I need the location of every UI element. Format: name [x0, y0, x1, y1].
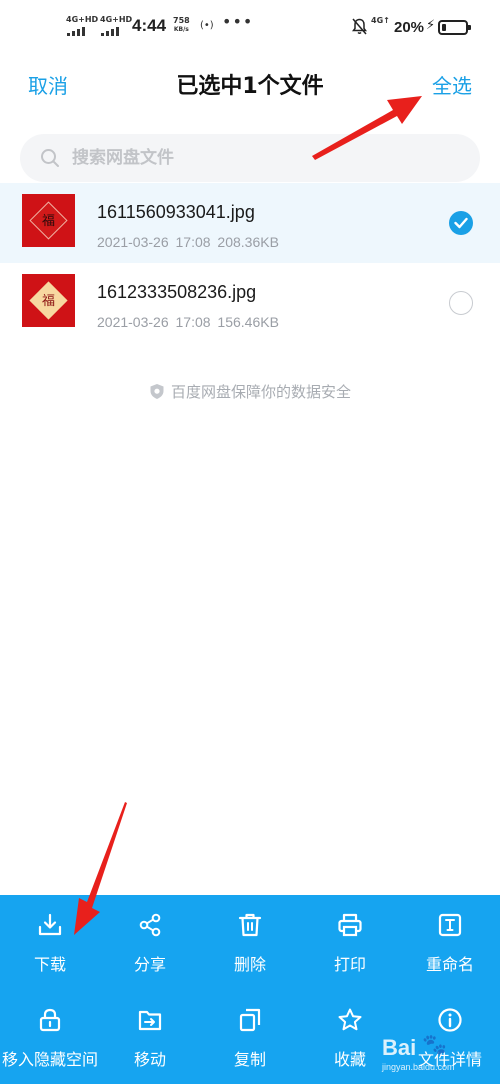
- share-icon: [139, 913, 161, 937]
- network-speed-unit: KB/s: [173, 26, 189, 33]
- selection-header: 取消 已选中1个文件 全选: [0, 56, 500, 112]
- move-to-hidden-space-button[interactable]: 移入隐藏空间: [0, 990, 100, 1084]
- file-row[interactable]: 福 1612333508236.jpg 2021-03-26 17:08 156…: [0, 263, 500, 343]
- status-bar: 4G+HD 4G+HD 4:44 758 KB/s (•) ••• 4G↑ 20…: [0, 0, 500, 56]
- thumbnail-character: 福: [41, 294, 55, 309]
- battery-icon: [438, 20, 471, 35]
- print-label: 打印: [333, 955, 366, 974]
- charging-icon: ⚡: [426, 18, 436, 33]
- select-all-button[interactable]: 全选: [432, 70, 472, 99]
- download-button[interactable]: 下载: [0, 895, 100, 989]
- delete-label: 删除: [233, 955, 266, 974]
- thumbnail-character: 福: [41, 214, 55, 229]
- more-notifications-icon: •••: [222, 12, 254, 31]
- move-folder-icon: [138, 1010, 162, 1031]
- signal-icon-sim2: [101, 26, 119, 36]
- network-label-sim1: 4G+HD: [66, 15, 99, 24]
- trash-icon: [238, 913, 262, 937]
- hotspot-icon: (•): [200, 20, 214, 31]
- file-meta: 2021-03-26 17:08 208.36KB: [97, 234, 279, 250]
- rename-button[interactable]: 重命名: [400, 895, 500, 989]
- file-row[interactable]: 福 1611560933041.jpg 2021-03-26 17:08 208…: [0, 183, 500, 263]
- print-button[interactable]: 打印: [300, 895, 400, 989]
- file-name: 1612333508236.jpg: [97, 282, 257, 302]
- network-speed: 758 KB/s: [173, 16, 190, 34]
- paw-icon: 🐾: [422, 1032, 447, 1056]
- lock-icon: [39, 1008, 61, 1032]
- move-button[interactable]: 移动: [100, 990, 200, 1084]
- watermark-url: jingyan.baidu.com: [382, 1062, 455, 1072]
- network-label-sim2: 4G+HD: [100, 15, 133, 24]
- download-label: 下载: [33, 955, 66, 974]
- move-to-hidden-space-label: 移入隐藏空间: [1, 1050, 98, 1069]
- mobile-data-label: 4G↑: [371, 16, 390, 25]
- file-checkbox-checked[interactable]: [449, 211, 473, 235]
- baidu-watermark: Bai 🐾 jingyan.baidu.com: [382, 1030, 497, 1074]
- safety-note-text: 百度网盘保障你的数据安全: [170, 383, 351, 401]
- share-button[interactable]: 分享: [100, 895, 200, 989]
- copy-label: 复制: [233, 1050, 266, 1069]
- file-thumbnail: 福: [22, 274, 75, 327]
- clock: 4:44: [132, 16, 167, 35]
- watermark-text: Bai: [382, 1035, 417, 1060]
- copy-icon: [239, 1008, 261, 1032]
- file-list: 福 1611560933041.jpg 2021-03-26 17:08 208…: [0, 183, 500, 343]
- file-meta: 2021-03-26 17:08 156.46KB: [97, 314, 279, 330]
- battery-level: [442, 24, 446, 31]
- file-checkbox-unchecked[interactable]: [449, 291, 473, 315]
- search-input[interactable]: [72, 134, 462, 182]
- action-row-primary: 下载 分享 删除 打印 重命名: [0, 895, 500, 989]
- print-icon: [338, 913, 362, 937]
- share-label: 分享: [133, 955, 166, 974]
- search-icon: [41, 149, 59, 167]
- copy-button[interactable]: 复制: [200, 990, 300, 1084]
- download-icon: [38, 913, 62, 936]
- delete-button[interactable]: 删除: [200, 895, 300, 989]
- bell-muted-icon: [352, 18, 367, 35]
- rename-icon: [438, 913, 462, 937]
- search-box[interactable]: [20, 134, 480, 182]
- battery-percent: 20%: [394, 19, 425, 36]
- file-thumbnail: 福: [22, 194, 75, 247]
- signal-icon-sim1: [67, 26, 85, 36]
- page-title: 已选中1个文件: [176, 74, 324, 99]
- shield-icon: [150, 384, 164, 399]
- checkmark-icon: [454, 217, 468, 229]
- network-speed-value: 758: [173, 16, 190, 25]
- rename-label: 重命名: [425, 955, 474, 974]
- file-name: 1611560933041.jpg: [97, 202, 255, 222]
- star-icon: [338, 1008, 362, 1031]
- move-label: 移动: [133, 1050, 166, 1069]
- safety-note: 百度网盘保障你的数据安全: [0, 381, 500, 402]
